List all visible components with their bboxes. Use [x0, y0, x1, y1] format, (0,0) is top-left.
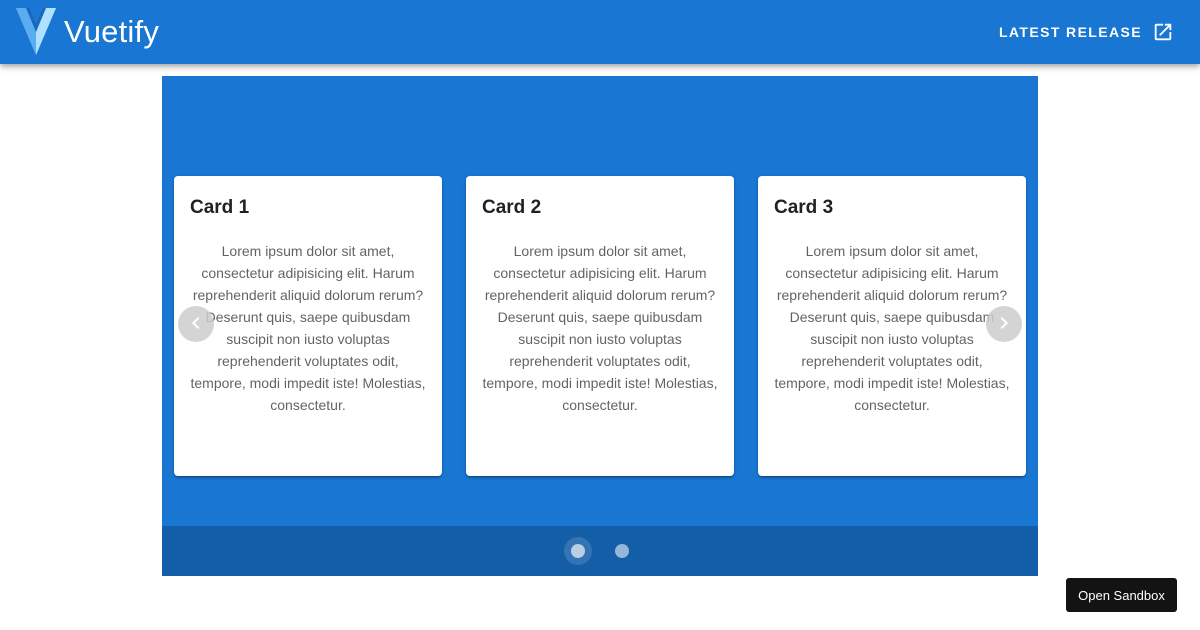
brand[interactable]: Vuetify — [16, 8, 159, 55]
card-text: Lorem ipsum dolor sit amet, consectetur … — [482, 243, 718, 413]
open-sandbox-button[interactable]: Open Sandbox — [1066, 578, 1177, 612]
card: Card 2 Lorem ipsum dolor sit amet, conse… — [466, 176, 734, 476]
card-title: Card 1 — [190, 197, 250, 218]
carousel-next-button[interactable] — [986, 306, 1022, 342]
chevron-right-icon — [992, 311, 1016, 338]
vuetify-logo-icon — [16, 8, 56, 55]
latest-release-label: Latest Release — [998, 24, 1142, 40]
carousel-delimiter-2[interactable] — [615, 544, 629, 558]
latest-release-button[interactable]: Latest Release — [999, 16, 1174, 48]
app-bar: Vuetify Latest Release — [0, 0, 1200, 64]
carousel-delimiter-1[interactable] — [571, 544, 585, 558]
card-text: Lorem ipsum dolor sit amet, consectetur … — [190, 243, 426, 413]
brand-name: Vuetify — [64, 13, 160, 49]
carousel-delimiters — [162, 526, 1038, 576]
card-title: Card 2 — [482, 197, 542, 218]
card: Card 1 Lorem ipsum dolor sit amet, conse… — [174, 176, 442, 476]
carousel-prev-button[interactable] — [178, 306, 214, 342]
card-title: Card 3 — [774, 197, 834, 218]
chevron-left-icon — [184, 311, 208, 338]
open-in-new-icon — [1152, 21, 1174, 43]
carousel: Card 1 Lorem ipsum dolor sit amet, conse… — [162, 76, 1038, 576]
